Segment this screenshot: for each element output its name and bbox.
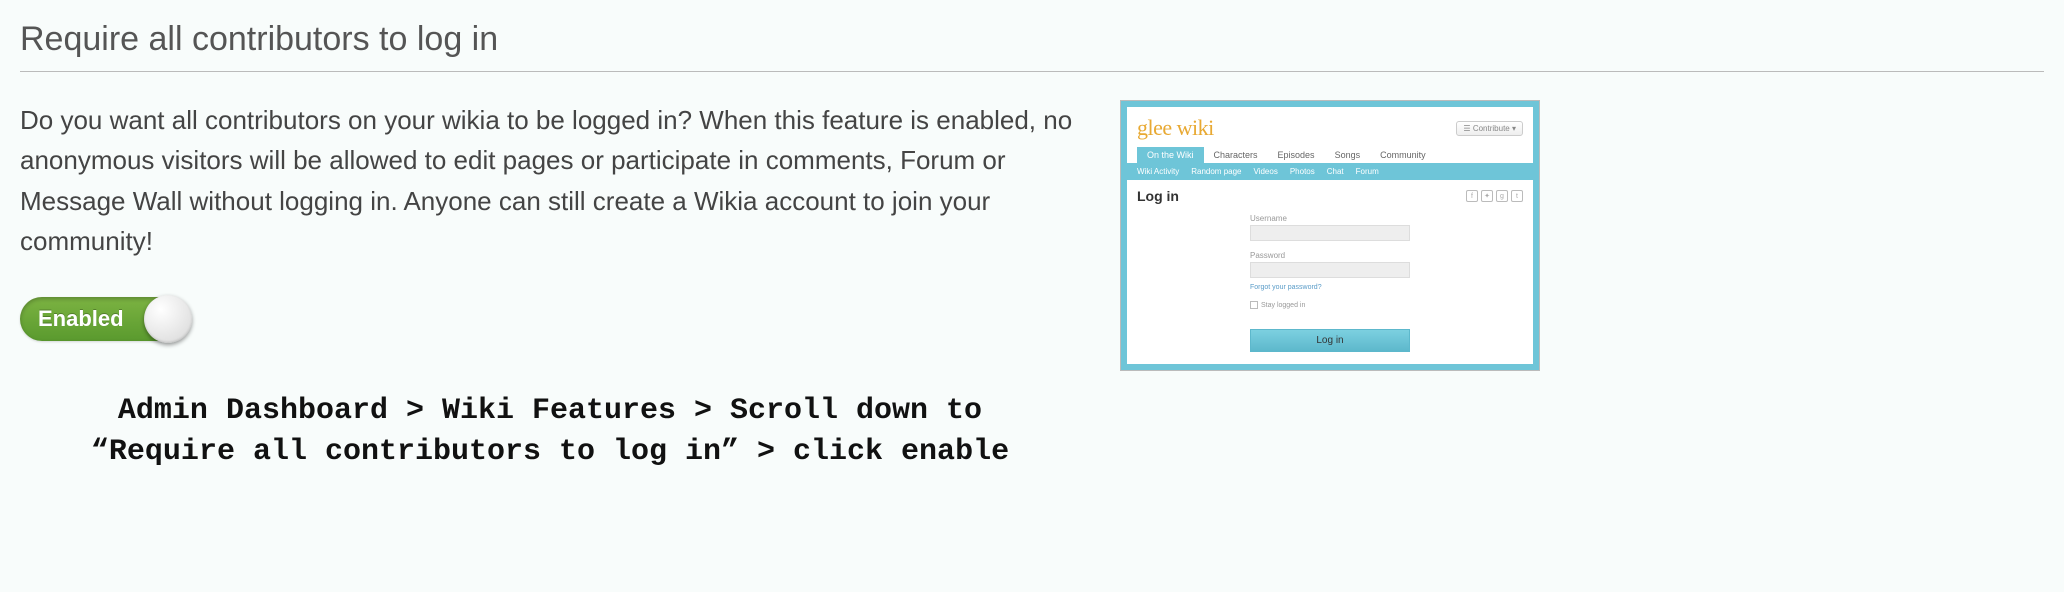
password-input[interactable] bbox=[1250, 262, 1410, 278]
login-panel: Log in f ✦ g t Username Password Forgot … bbox=[1127, 180, 1533, 364]
social-icon-4[interactable]: t bbox=[1511, 190, 1523, 202]
tab-community[interactable]: Community bbox=[1370, 147, 1436, 163]
subtab-chat[interactable]: Chat bbox=[1327, 167, 1344, 176]
subtab-random-page[interactable]: Random page bbox=[1191, 167, 1241, 176]
login-button[interactable]: Log in bbox=[1250, 329, 1410, 352]
secondary-tabs: Wiki Activity Random page Videos Photos … bbox=[1127, 163, 1533, 180]
instruction-line-2: “Require all contributors to log in” > c… bbox=[50, 432, 1050, 473]
username-label: Username bbox=[1250, 214, 1410, 223]
tab-characters[interactable]: Characters bbox=[1204, 147, 1268, 163]
social-icon-1[interactable]: f bbox=[1466, 190, 1478, 202]
contribute-button[interactable]: ☰ Contribute ▾ bbox=[1456, 121, 1523, 136]
left-column: Do you want all contributors on your wik… bbox=[20, 100, 1080, 472]
wiki-logo: glee wiki bbox=[1137, 115, 1214, 141]
toggle-label: Enabled bbox=[38, 306, 124, 332]
stay-logged-in[interactable]: Stay logged in bbox=[1250, 301, 1410, 309]
thumb-header: glee wiki ☰ Contribute ▾ bbox=[1137, 115, 1523, 141]
social-icon-2[interactable]: ✦ bbox=[1481, 190, 1493, 202]
content-row: Do you want all contributors on your wik… bbox=[20, 100, 2044, 472]
contribute-label: Contribute bbox=[1473, 124, 1510, 133]
toggle-knob[interactable] bbox=[144, 295, 192, 343]
instruction-text: Admin Dashboard > Wiki Features > Scroll… bbox=[20, 391, 1080, 472]
stay-logged-checkbox[interactable] bbox=[1250, 301, 1258, 309]
login-form: Username Password Forgot your password? … bbox=[1250, 214, 1410, 352]
subtab-forum[interactable]: Forum bbox=[1356, 167, 1379, 176]
instruction-line-1: Admin Dashboard > Wiki Features > Scroll… bbox=[50, 391, 1050, 432]
enabled-toggle[interactable]: Enabled bbox=[20, 297, 190, 341]
stay-logged-label: Stay logged in bbox=[1261, 302, 1305, 309]
login-header: Log in f ✦ g t bbox=[1137, 188, 1523, 204]
password-label: Password bbox=[1250, 251, 1410, 260]
subtab-videos[interactable]: Videos bbox=[1254, 167, 1278, 176]
tab-songs[interactable]: Songs bbox=[1325, 147, 1371, 163]
feature-description: Do you want all contributors on your wik… bbox=[20, 100, 1080, 261]
thumb-inner: glee wiki ☰ Contribute ▾ On the Wiki Cha… bbox=[1127, 107, 1533, 364]
screenshot-thumbnail: glee wiki ☰ Contribute ▾ On the Wiki Cha… bbox=[1120, 100, 1540, 371]
login-title: Log in bbox=[1137, 188, 1179, 204]
subtab-photos[interactable]: Photos bbox=[1290, 167, 1315, 176]
tab-episodes[interactable]: Episodes bbox=[1268, 147, 1325, 163]
tab-on-the-wiki[interactable]: On the Wiki bbox=[1137, 147, 1204, 163]
social-icons: f ✦ g t bbox=[1466, 190, 1523, 202]
username-input[interactable] bbox=[1250, 225, 1410, 241]
subtab-wiki-activity[interactable]: Wiki Activity bbox=[1137, 167, 1179, 176]
forgot-password-link[interactable]: Forgot your password? bbox=[1250, 284, 1410, 291]
primary-tabs: On the Wiki Characters Episodes Songs Co… bbox=[1137, 147, 1523, 163]
section-title: Require all contributors to log in bbox=[20, 20, 2044, 72]
social-icon-3[interactable]: g bbox=[1496, 190, 1508, 202]
